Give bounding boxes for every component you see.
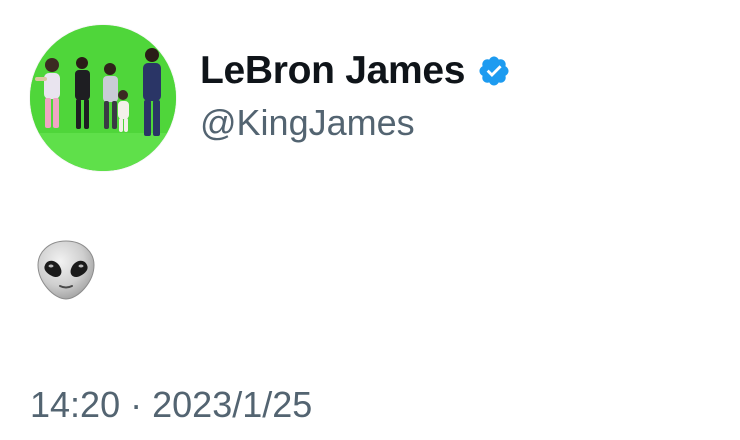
verified-badge-icon	[477, 54, 511, 88]
tweet-body	[34, 238, 100, 302]
alien-emoji-icon	[37, 240, 95, 300]
tweet-time: 14:20	[30, 384, 121, 425]
tweet-card: LeBron James @KingJames 14:20 · 2023/1/2…	[0, 0, 740, 440]
avatar[interactable]	[30, 25, 176, 171]
author-name-row: LeBron James	[200, 46, 720, 96]
tweet-header: LeBron James @KingJames	[200, 46, 720, 144]
meta-separator: ·	[130, 384, 143, 425]
author-display-name[interactable]: LeBron James	[200, 49, 465, 93]
tweet-date: 2023/1/25	[152, 384, 313, 425]
tweet-timestamp[interactable]: 14:20 · 2023/1/25	[30, 384, 312, 426]
author-handle[interactable]: @KingJames	[200, 102, 720, 144]
profile-photo-image	[30, 25, 176, 171]
